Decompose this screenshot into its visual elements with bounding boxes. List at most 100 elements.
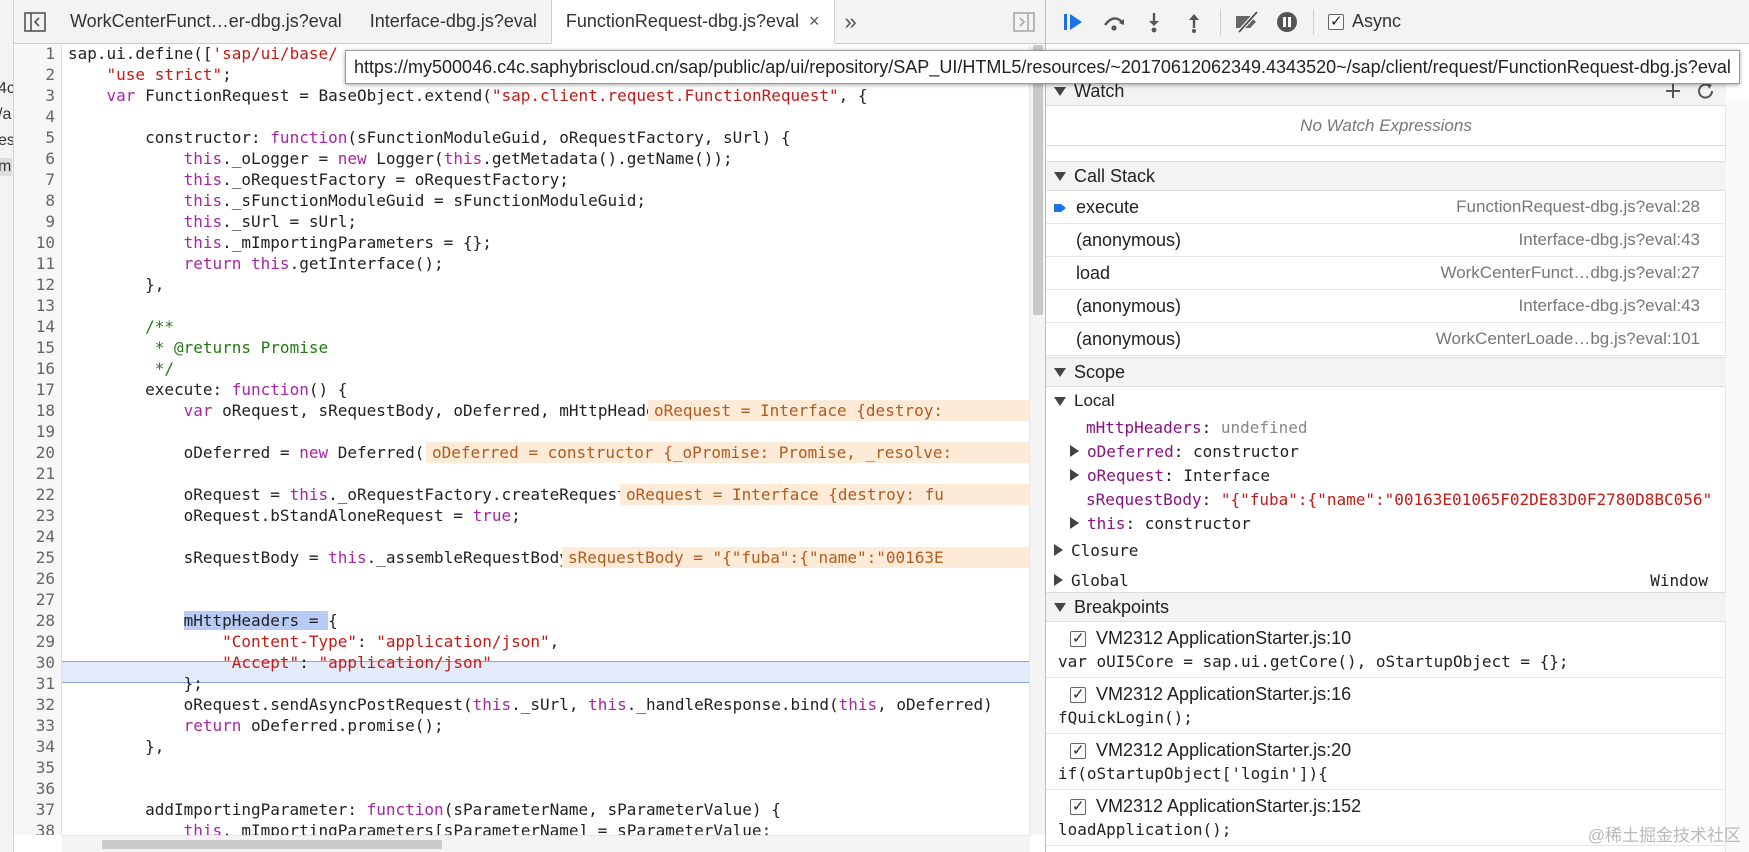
- line-number[interactable]: 11: [15, 253, 55, 274]
- refresh-icon[interactable]: [1696, 82, 1716, 100]
- frame-location[interactable]: Interface-dbg.js?eval:43: [1519, 296, 1700, 316]
- pause-on-exceptions-button[interactable]: [1267, 4, 1307, 40]
- line-number[interactable]: 23: [15, 505, 55, 526]
- breakpoint-code: var oUI5Core = sap.ui.getCore(), oStartu…: [1058, 652, 1569, 671]
- variable-value: undefined: [1220, 417, 1308, 437]
- breakpoint-item[interactable]: VM2312 ApplicationStarter.js:10 var oUI5…: [1046, 622, 1726, 678]
- line-gutter[interactable]: 1 2 3 4 5 6 7 8 9 10 11 12 13 14 15 16 17 18 19 20 21 22 23 24 2…: [14, 45, 62, 835]
- line-number[interactable]: 36: [15, 778, 55, 799]
- breakpoint-item[interactable]: VM2312 ApplicationStarter.js:16 fQuickLo…: [1046, 678, 1726, 734]
- scope-variable[interactable]: oRequest: Interface: [1046, 463, 1726, 487]
- breakpoint-checkbox[interactable]: [1070, 629, 1086, 647]
- frame-location[interactable]: WorkCenterFunct…dbg.js?eval:27: [1440, 263, 1700, 283]
- tab-interface[interactable]: Interface-dbg.js?eval: [356, 0, 551, 43]
- expand-icon: [1054, 544, 1063, 556]
- scope-local[interactable]: Local: [1046, 387, 1726, 415]
- breakpoint-item[interactable]: VM2312 ApplicationStarter.js:20 if(oStar…: [1046, 734, 1726, 790]
- resume-button[interactable]: [1054, 4, 1094, 40]
- line-number[interactable]: 32: [15, 694, 55, 715]
- scope-global[interactable]: Global Window: [1046, 565, 1726, 595]
- step-over-button[interactable]: [1094, 4, 1134, 40]
- scrollbar-thumb[interactable]: [102, 840, 442, 849]
- line-number[interactable]: 2: [15, 64, 55, 85]
- line-number[interactable]: 1: [15, 45, 55, 64]
- scope-closure[interactable]: Closure: [1046, 535, 1726, 565]
- line-number[interactable]: 7: [15, 169, 55, 190]
- add-icon[interactable]: [1664, 82, 1682, 100]
- breakpoint-checkbox[interactable]: [1070, 741, 1086, 759]
- editor-vertical-scrollbar[interactable]: [1029, 45, 1045, 835]
- expand-icon[interactable]: [1070, 517, 1079, 529]
- step-out-button[interactable]: [1174, 4, 1214, 40]
- debugger-toolbar: Async: [1046, 0, 1749, 44]
- async-toggle[interactable]: Async: [1328, 11, 1401, 32]
- more-tabs-button[interactable]: »: [835, 0, 867, 43]
- line-number[interactable]: 9: [15, 211, 55, 232]
- line-number[interactable]: 35: [15, 757, 55, 778]
- call-frame[interactable]: (anonymous) Interface-dbg.js?eval:43: [1046, 290, 1726, 323]
- line-number[interactable]: 21: [15, 463, 55, 484]
- line-number[interactable]: 20: [15, 442, 55, 463]
- scope-variable[interactable]: this: constructor: [1046, 511, 1726, 535]
- line-number[interactable]: 24: [15, 526, 55, 547]
- call-stack-header[interactable]: Call Stack: [1046, 161, 1726, 191]
- line-number[interactable]: 15: [15, 337, 55, 358]
- toggle-navigator-button[interactable]: [14, 0, 56, 43]
- line-number[interactable]: 5: [15, 127, 55, 148]
- line-number[interactable]: 8: [15, 190, 55, 211]
- line-number[interactable]: 17: [15, 379, 55, 400]
- breakpoint-checkbox[interactable]: [1070, 797, 1086, 815]
- line-number[interactable]: 19: [15, 421, 55, 442]
- frame-location[interactable]: FunctionRequest-dbg.js?eval:28: [1456, 197, 1700, 217]
- line-number[interactable]: 37: [15, 799, 55, 820]
- line-number[interactable]: 34: [15, 736, 55, 757]
- scope-variable[interactable]: mHttpHeaders: undefined: [1046, 415, 1726, 439]
- line-number[interactable]: 10: [15, 232, 55, 253]
- line-number[interactable]: 25: [15, 547, 55, 568]
- tab-workcenter[interactable]: WorkCenterFunct…er-dbg.js?eval: [56, 0, 356, 43]
- scope-header[interactable]: Scope: [1046, 357, 1726, 387]
- line-number[interactable]: 27: [15, 589, 55, 610]
- scrollbar-thumb[interactable]: [1033, 45, 1043, 315]
- tab-functionrequest[interactable]: FunctionRequest-dbg.js?eval ×: [550, 0, 835, 44]
- frame-location[interactable]: Interface-dbg.js?eval:43: [1519, 230, 1700, 250]
- line-number[interactable]: 31: [15, 673, 55, 694]
- close-tab-icon[interactable]: ×: [809, 11, 820, 32]
- call-frame[interactable]: (anonymous) WorkCenterLoade…bg.js?eval:10…: [1046, 323, 1726, 356]
- line-number[interactable]: 22: [15, 484, 55, 505]
- async-checkbox[interactable]: [1328, 12, 1344, 30]
- line-number[interactable]: 29: [15, 631, 55, 652]
- line-number[interactable]: 4: [15, 106, 55, 127]
- breakpoints-header[interactable]: Breakpoints: [1046, 592, 1726, 622]
- line-number[interactable]: 28: [15, 610, 55, 631]
- line-number[interactable]: 12: [15, 274, 55, 295]
- frame-location[interactable]: WorkCenterLoade…bg.js?eval:101: [1436, 329, 1700, 349]
- call-frame[interactable]: execute FunctionRequest-dbg.js?eval:28: [1046, 191, 1726, 224]
- expand-icon[interactable]: [1070, 469, 1079, 481]
- line-number[interactable]: 14: [15, 316, 55, 337]
- line-number[interactable]: 3: [15, 85, 55, 106]
- edge-fragment: 4c: [0, 80, 13, 98]
- editor-horizontal-scrollbar[interactable]: [62, 835, 1030, 852]
- scope-variable[interactable]: oDeferred: constructor: [1046, 439, 1726, 463]
- code-area[interactable]: 1 2 3 4 5 6 7 8 9 10 11 12 13 14 15 16 17 18 19 20 21 22 23 24 2…: [14, 45, 1045, 835]
- line-number[interactable]: 30: [15, 652, 55, 673]
- line-number[interactable]: 38: [15, 820, 55, 835]
- code-line: sap.ui.define(['sap/ui/base/: [68, 45, 338, 63]
- line-number[interactable]: 16: [15, 358, 55, 379]
- deactivate-breakpoints-button[interactable]: [1227, 4, 1267, 40]
- line-number[interactable]: 13: [15, 295, 55, 316]
- breakpoint-checkbox[interactable]: [1070, 685, 1086, 703]
- toggle-debugger-button[interactable]: [1003, 0, 1045, 43]
- line-number[interactable]: 18: [15, 400, 55, 421]
- expand-icon[interactable]: [1070, 445, 1079, 457]
- variable-value: Interface: [1183, 465, 1271, 485]
- call-frame[interactable]: (anonymous) Interface-dbg.js?eval:43: [1046, 224, 1726, 257]
- line-number[interactable]: 6: [15, 148, 55, 169]
- call-frame[interactable]: load WorkCenterFunct…dbg.js?eval:27: [1046, 257, 1726, 290]
- scope-variable[interactable]: sRequestBody: "{"fuba":{"name":"00163E01…: [1046, 487, 1726, 511]
- debugger-scrollbar[interactable]: [1725, 100, 1749, 852]
- line-number[interactable]: 26: [15, 568, 55, 589]
- line-number[interactable]: 33: [15, 715, 55, 736]
- step-into-button[interactable]: [1134, 4, 1174, 40]
